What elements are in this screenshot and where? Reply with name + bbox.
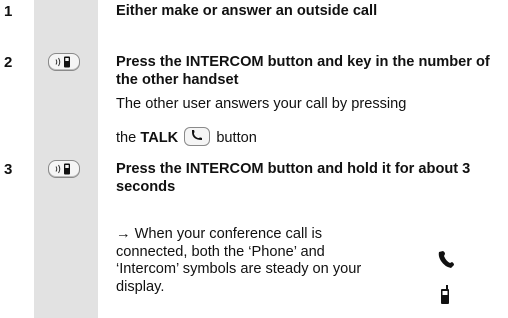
- intercom-button-icon: [48, 160, 80, 178]
- step-text: Press the INTERCOM button and hold it fo…: [116, 161, 471, 195]
- step-text: Press the INTERCOM button and key in the…: [116, 54, 490, 88]
- phone-symbol-icon: [437, 246, 459, 275]
- note-text: When your conference call is connected, …: [116, 226, 362, 295]
- step-note: → When your conference call is connected…: [116, 226, 376, 296]
- note-text: button: [216, 130, 257, 146]
- talk-button-icon: [184, 127, 211, 146]
- note-text: the: [116, 130, 137, 146]
- handset-symbol-icon: [440, 285, 450, 310]
- step-number: 1: [4, 3, 13, 20]
- step-text: Either make or answer an outside call: [116, 3, 378, 19]
- icon-column-background: [34, 0, 98, 318]
- step-number: 2: [4, 54, 13, 71]
- step-note-line: the TALK button: [116, 127, 500, 148]
- step-number: 3: [4, 161, 13, 178]
- talk-label: TALK: [140, 130, 179, 146]
- step-note-line: The other user answers your call by pres…: [116, 96, 407, 112]
- arrow-icon: →: [116, 226, 131, 242]
- intercom-button-icon: [48, 53, 80, 71]
